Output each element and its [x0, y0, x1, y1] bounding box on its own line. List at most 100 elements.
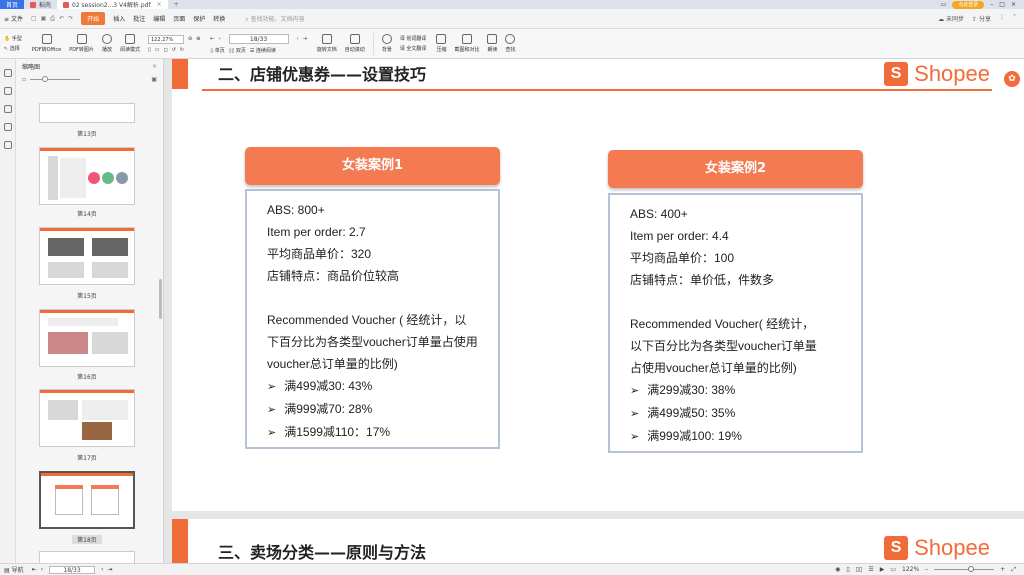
nav-toggle[interactable]: ▤ 导航	[4, 565, 24, 574]
compress-button[interactable]: 压缩	[436, 34, 446, 53]
pdf-icon	[63, 1, 70, 8]
first-page-icon[interactable]: ⇤	[32, 566, 37, 573]
thumbnail-page-19[interactable]	[39, 551, 135, 563]
fit-width-icon[interactable]: ▯	[148, 47, 151, 53]
single-view-icon[interactable]: ▯	[846, 566, 849, 573]
prev-page-icon[interactable]: ‹	[219, 36, 221, 42]
close-panel-icon[interactable]: ×	[152, 63, 157, 70]
login-button[interactable]: 点此登录	[952, 0, 985, 9]
first-page-icon[interactable]: ⇤	[210, 36, 214, 42]
thumbnail-page-17[interactable]	[39, 389, 135, 447]
thumbnail-icon[interactable]	[3, 87, 12, 95]
thumbnail-zoom-slider[interactable]	[30, 75, 81, 82]
zoom-level[interactable]: 122%	[902, 566, 919, 573]
auto-scroll-button[interactable]: 自动滚动	[345, 34, 365, 53]
hand-tool[interactable]: ✋ 手型	[4, 35, 22, 42]
last-page-icon[interactable]: ⇥	[107, 566, 112, 573]
continuous-view-icon[interactable]: ☰	[868, 566, 873, 573]
thumbnail-page-14[interactable]	[39, 147, 135, 205]
unsync-status[interactable]: ☁ 未同步	[938, 14, 964, 23]
thumb-small-icon[interactable]: ▫	[22, 76, 26, 83]
comment-icon[interactable]	[3, 105, 12, 113]
minimize-icon[interactable]: –	[990, 1, 993, 8]
collapse-icon[interactable]: ˄	[1013, 14, 1016, 23]
tab-docer[interactable]: 稻壳	[24, 0, 57, 9]
page-input[interactable]: 18/33	[228, 33, 289, 44]
zoom-slider-knob[interactable]	[968, 566, 975, 572]
menu-edit[interactable]: 编辑	[153, 14, 165, 23]
rotate-document-button[interactable]: 旋转文档	[317, 34, 337, 53]
rotate-left-icon[interactable]: ↺	[172, 47, 176, 53]
document-area[interactable]: 二、店铺优惠券——设置技巧 S Shopee ABS: 800+ Item pe…	[164, 59, 1024, 563]
zoom-input[interactable]: 122.27%	[147, 34, 184, 44]
thumbnail-page-13[interactable]	[39, 103, 135, 123]
zoom-in-icon[interactable]: +	[1000, 566, 1005, 573]
fit-icon[interactable]: ▭	[890, 566, 896, 573]
window-list-icon[interactable]: ▭	[941, 1, 947, 8]
open-icon[interactable]: ▢	[31, 15, 37, 23]
pdf-to-office-button[interactable]: PDF转Office	[32, 34, 61, 53]
next-page-icon[interactable]: ›	[101, 566, 103, 573]
close-window-icon[interactable]: ×	[1011, 1, 1016, 8]
menu-start[interactable]: 开始	[81, 12, 106, 25]
menu-convert[interactable]: 转换	[213, 14, 225, 23]
menu-insert[interactable]: 插入	[113, 14, 125, 23]
read-aloud-button[interactable]: 朗读	[487, 34, 497, 53]
thumb-large-icon[interactable]: ▣	[151, 76, 157, 83]
attachment-icon[interactable]	[3, 123, 12, 131]
menu-comment[interactable]: 批注	[133, 14, 145, 23]
menu-file[interactable]: ≡ 文件	[4, 14, 23, 23]
zoom-out-icon[interactable]: –	[925, 566, 928, 573]
print-icon[interactable]: ⎙	[50, 15, 55, 23]
continuous-read-button[interactable]: ☰ 连续阅读	[250, 47, 276, 54]
status-page-input[interactable]: 18/33	[49, 565, 96, 574]
signature-icon[interactable]	[3, 141, 12, 149]
play-button[interactable]: 播放	[101, 34, 112, 53]
share-button[interactable]: ⇪ 分享	[972, 14, 991, 23]
slider-knob[interactable]	[42, 75, 49, 82]
eye-protect-icon[interactable]: ◉	[835, 566, 840, 573]
last-page-icon[interactable]: ⇥	[303, 36, 307, 42]
zoom-in-icon[interactable]: ⊕	[196, 36, 200, 42]
double-page-button[interactable]: ▯▯ 双页	[229, 47, 246, 54]
single-page-button[interactable]: ▯ 单页	[210, 47, 224, 54]
bookmark-icon[interactable]	[3, 69, 12, 77]
full-translate-button[interactable]: 译 全文翻译	[400, 45, 427, 52]
fullscreen-icon[interactable]: ⤢	[1011, 566, 1016, 574]
fit-page-icon[interactable]: ▭	[155, 47, 160, 53]
thumbnail-page-18[interactable]	[39, 471, 135, 529]
save-icon[interactable]: ▣	[41, 15, 47, 23]
zoom-out-icon[interactable]: ⊖	[188, 36, 192, 42]
thumbnail-page-16[interactable]	[39, 309, 135, 367]
play-icon[interactable]: ▶	[880, 566, 885, 573]
zoom-slider[interactable]	[934, 566, 995, 572]
prev-page-icon[interactable]: ‹	[41, 566, 43, 573]
word-translate-button[interactable]: 译 划词翻译	[400, 35, 427, 42]
maximize-icon[interactable]: □	[999, 1, 1005, 8]
background-button[interactable]: 背景	[381, 34, 392, 53]
speaker-icon	[487, 34, 498, 44]
actual-size-icon[interactable]: ◻	[163, 47, 167, 53]
next-page-icon[interactable]: ›	[297, 36, 299, 42]
floating-assistant-icon[interactable]: ✿	[1004, 71, 1020, 87]
find-button[interactable]: 查找	[505, 34, 516, 53]
menu-protect[interactable]: 保护	[193, 14, 205, 23]
tab-pdf-document[interactable]: 02 session2...3 V4解析.pdf ×	[57, 0, 168, 9]
rotate-right-icon[interactable]: ↻	[180, 47, 184, 53]
book-icon	[124, 34, 135, 44]
thumbnail-scrollbar[interactable]	[159, 279, 162, 319]
thumbnail-page-15[interactable]	[39, 227, 135, 285]
home-tab[interactable]: 首页	[0, 0, 24, 9]
search-input[interactable]: ⌕ 查找功能、文档内容	[245, 14, 304, 24]
close-tab-icon[interactable]: ×	[157, 1, 162, 8]
new-tab-icon[interactable]: +	[174, 1, 179, 8]
more-icon[interactable]: ⋮	[999, 14, 1005, 23]
redo-icon[interactable]: ↷	[68, 15, 73, 23]
menu-page[interactable]: 页面	[173, 14, 185, 23]
undo-icon[interactable]: ↶	[59, 15, 64, 23]
read-mode-button[interactable]: 阅读模式	[120, 34, 140, 53]
double-view-icon[interactable]: ▯▯	[856, 566, 863, 573]
pdf-to-image-button[interactable]: PDF转图片	[69, 34, 94, 53]
select-tool[interactable]: ↖ 选择	[4, 45, 22, 52]
screenshot-compare-button[interactable]: 截图和对比	[454, 34, 479, 53]
